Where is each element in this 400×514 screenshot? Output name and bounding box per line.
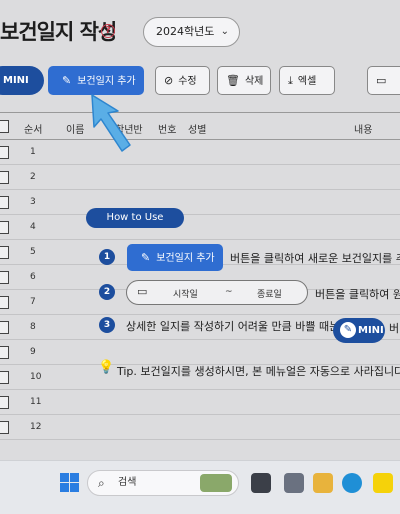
step-3-tail: 버 xyxy=(389,322,400,335)
row-checkbox[interactable] xyxy=(0,146,9,159)
col-content: 내용 xyxy=(354,125,373,136)
link-icon: ⊘ xyxy=(164,74,174,87)
col-gender: 성별 xyxy=(188,125,207,136)
row-checkbox[interactable] xyxy=(0,296,9,309)
row-number: 3 xyxy=(30,197,36,207)
col-name: 이름 xyxy=(66,125,85,136)
guide-add-log-button: ✎ 보건일지 추가 xyxy=(127,244,223,271)
col-order: 순서 xyxy=(24,125,43,136)
add-log-label: 보건일지 추가 xyxy=(77,76,136,87)
pointer-arrow xyxy=(91,94,131,152)
edit-icon: ✎ xyxy=(141,251,151,264)
row-number: 1 xyxy=(30,147,36,157)
search-icon: ⌕ xyxy=(98,476,105,490)
row-checkbox[interactable] xyxy=(0,171,9,184)
step-3-text: 상세한 일지를 작성하기 어려울 만큼 바쁠 때는 xyxy=(126,320,340,333)
date-start-label: 시작일 xyxy=(173,290,198,300)
row-number: 11 xyxy=(30,397,42,407)
step-2-badge: 2 xyxy=(99,284,115,300)
download-icon: ⤓ xyxy=(288,74,293,87)
chevron-down-icon: ⌄ xyxy=(220,26,229,37)
lightbulb-icon: 💡 xyxy=(98,360,115,375)
page-title: 보건일지 작성 xyxy=(0,20,117,44)
edge-icon[interactable] xyxy=(342,473,362,493)
calendar-button[interactable]: ▭ xyxy=(367,66,400,95)
row-number: 10 xyxy=(30,372,42,382)
step-3-badge: 3 xyxy=(99,317,115,333)
row-checkbox[interactable] xyxy=(0,321,9,334)
trash-icon: 🗑 xyxy=(226,74,240,87)
row-number: 2 xyxy=(30,172,36,182)
row-checkbox[interactable] xyxy=(0,196,9,209)
row-checkbox[interactable] xyxy=(0,371,9,384)
row-number: 6 xyxy=(30,272,36,282)
add-log-button[interactable]: ✎ 보건일지 추가 xyxy=(48,66,144,95)
date-end-label: 종료일 xyxy=(257,290,282,300)
windows-icon[interactable] xyxy=(60,473,79,492)
step-1-text: 버튼을 클릭하여 새로운 보건일지를 추 xyxy=(230,252,400,265)
edit-icon: ✎ xyxy=(340,322,356,338)
guide-mini-button: ✎ MINI xyxy=(333,318,385,343)
table-row[interactable]: 9 xyxy=(0,340,400,365)
row-number: 8 xyxy=(30,322,36,332)
table-row[interactable]: 1 xyxy=(0,140,400,165)
year-select-value: 2024학년도 xyxy=(156,25,215,38)
row-number: 12 xyxy=(30,422,42,432)
select-all-checkbox[interactable] xyxy=(0,120,9,133)
table-row[interactable]: 11 xyxy=(0,390,400,415)
date-separator: ~ xyxy=(225,287,233,297)
search-placeholder: 검색 xyxy=(118,477,137,488)
log-table: 순서 이름 학년반 번호 성별 내용 1 2 3 4 5 6 7 8 9 10 … xyxy=(0,112,400,440)
col-number: 번호 xyxy=(158,125,177,136)
date-range-picker: ▭ 시작일 ~ 종료일 xyxy=(126,280,308,305)
row-number: 9 xyxy=(30,347,36,357)
step-1-badge: 1 xyxy=(99,249,115,265)
tip-text: Tip. 보건일지를 생성하시면, 본 메뉴얼은 자동으로 사라집니다. xyxy=(117,365,400,378)
edit-label: 수정 xyxy=(178,76,197,87)
row-checkbox[interactable] xyxy=(0,396,9,409)
step-2-text: 버튼을 클릭하여 원 xyxy=(315,288,400,301)
table-header: 순서 이름 학년반 번호 성별 내용 xyxy=(0,112,400,140)
app-icon[interactable] xyxy=(284,473,304,493)
edit-button[interactable]: ⊘ 수정 xyxy=(155,66,210,95)
how-to-use-badge: How to Use xyxy=(86,208,184,228)
table-row[interactable]: 2 xyxy=(0,165,400,190)
delete-label: 삭제 xyxy=(244,76,264,87)
table-row[interactable]: 4 xyxy=(0,215,400,240)
search-highlight-image xyxy=(200,474,232,492)
task-view-icon[interactable] xyxy=(251,473,271,493)
row-checkbox[interactable] xyxy=(0,421,9,434)
row-number: 7 xyxy=(30,297,36,307)
delete-button[interactable]: 🗑 삭제 xyxy=(217,66,271,95)
table-row[interactable]: 12 xyxy=(0,415,400,440)
help-icon[interactable]: ? xyxy=(101,24,115,38)
guide-mini-label: MINI xyxy=(358,325,384,336)
row-number: 4 xyxy=(30,222,36,232)
folder-icon[interactable] xyxy=(313,473,333,493)
calendar-icon: ▭ xyxy=(137,285,148,298)
guide-add-log-label: 보건일지 추가 xyxy=(156,253,215,264)
row-checkbox[interactable] xyxy=(0,346,9,359)
mini-label: MINI xyxy=(3,75,29,86)
mini-toggle-button[interactable]: MINI xyxy=(0,66,44,95)
calendar-icon: ▭ xyxy=(376,74,387,87)
table-row[interactable]: 3 xyxy=(0,190,400,215)
excel-button[interactable]: ⤓ 엑셀 xyxy=(279,66,335,95)
row-checkbox[interactable] xyxy=(0,271,9,284)
taskbar-search[interactable]: ⌕ 검색 xyxy=(87,470,239,496)
edit-icon: ✎ xyxy=(62,74,72,87)
row-checkbox[interactable] xyxy=(0,246,9,259)
excel-label: 엑셀 xyxy=(297,76,317,87)
year-select[interactable]: 2024학년도 ⌄ xyxy=(143,17,240,47)
row-checkbox[interactable] xyxy=(0,221,9,234)
kakaotalk-icon[interactable] xyxy=(373,473,393,493)
row-number: 5 xyxy=(30,247,36,257)
